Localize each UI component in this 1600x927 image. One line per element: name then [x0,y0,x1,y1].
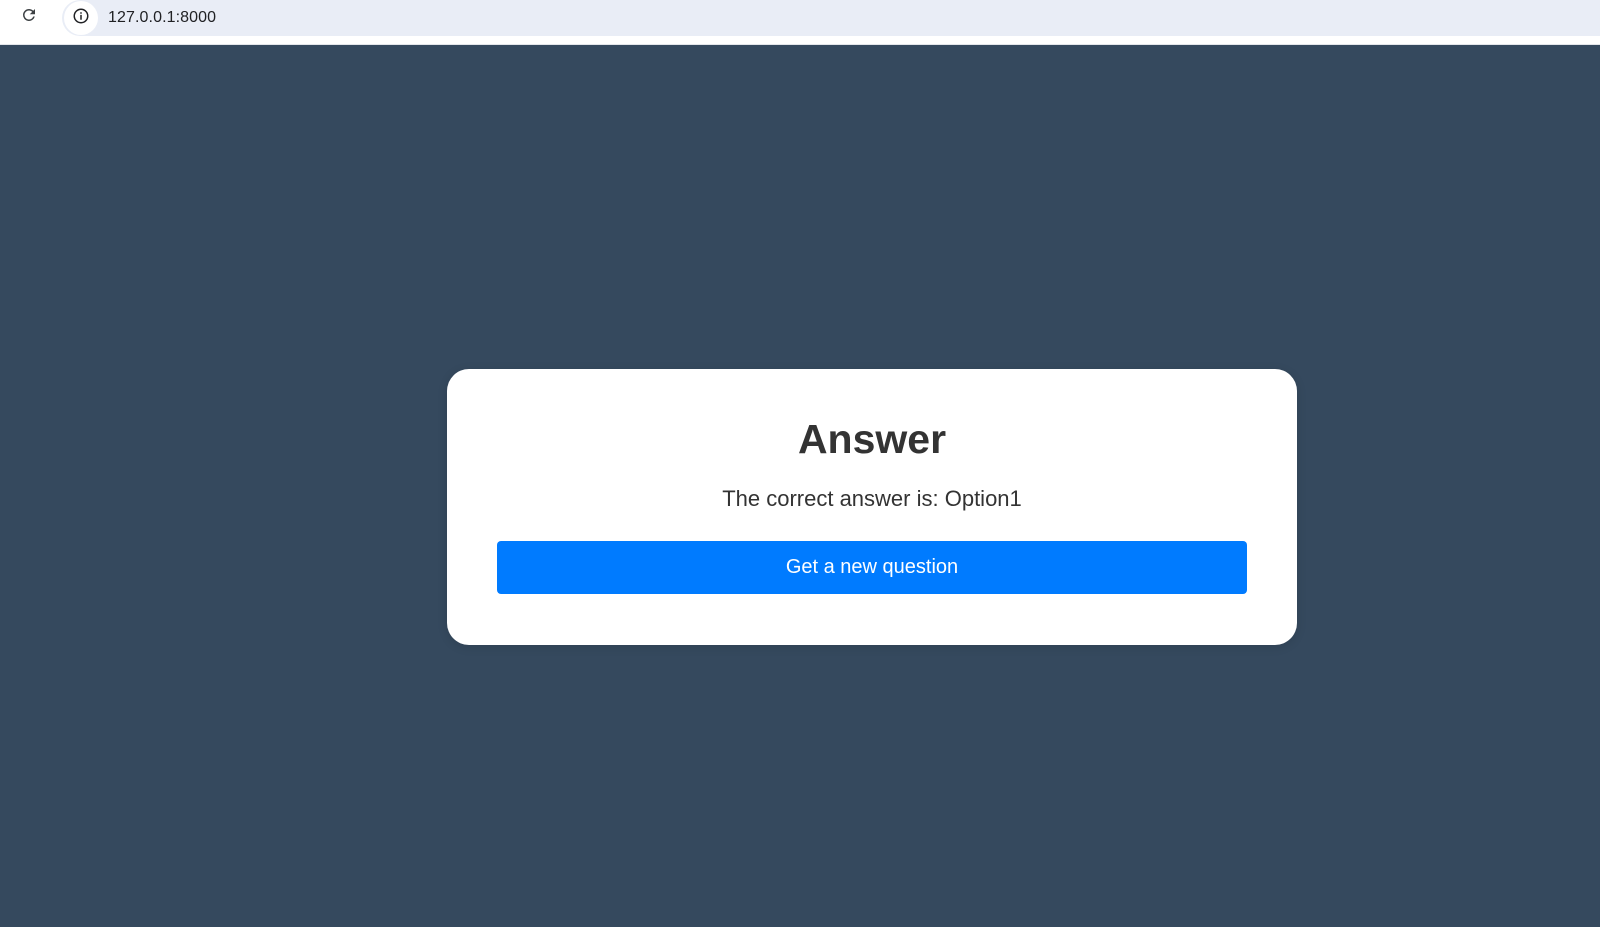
reload-icon [20,6,38,29]
url-text[interactable]: 127.0.0.1:8000 [108,9,216,27]
browser-toolbar: 127.0.0.1:8000 [0,0,1600,45]
address-bar[interactable]: 127.0.0.1:8000 [62,0,1600,36]
answer-card: Answer The correct answer is: Option1 Ge… [447,369,1297,645]
info-icon [72,7,90,30]
site-info-button[interactable] [64,1,98,35]
reload-button[interactable] [16,4,42,30]
page-content: Answer The correct answer is: Option1 Ge… [0,45,1600,927]
new-question-button[interactable]: Get a new question [497,541,1247,594]
card-title: Answer [797,416,947,462]
answer-text: The correct answer is: Option1 [722,486,1022,511]
